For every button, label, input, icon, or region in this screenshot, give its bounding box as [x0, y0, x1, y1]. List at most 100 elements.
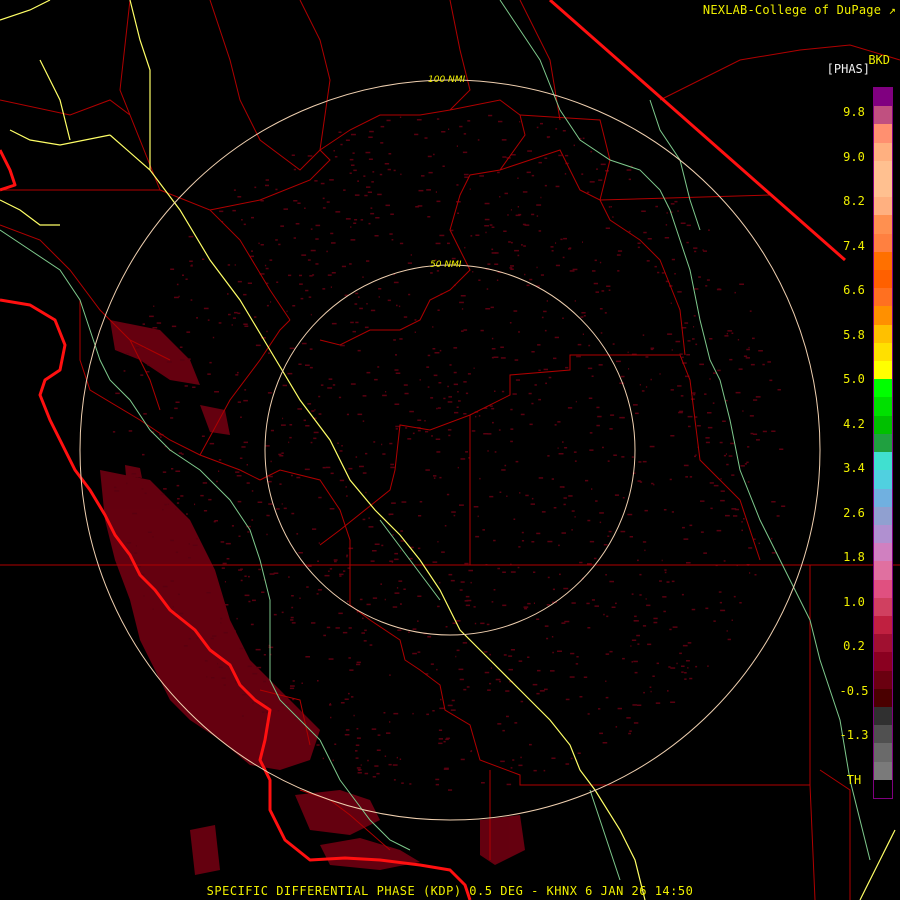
radar-speckle — [576, 355, 581, 358]
radar-speckle — [670, 701, 676, 703]
radar-speckle — [436, 668, 438, 671]
radar-speckle — [680, 222, 686, 224]
radar-speckle — [767, 361, 771, 363]
radar-speckle — [671, 511, 674, 513]
radar-speckle — [609, 650, 613, 653]
radar-speckle — [531, 351, 535, 353]
radar-speckle — [209, 361, 212, 364]
radar-speckle — [335, 627, 340, 629]
radar-speckle — [427, 155, 432, 158]
radar-speckle — [689, 524, 693, 527]
radar-speckle — [676, 662, 678, 665]
radar-speckle — [522, 223, 526, 226]
radar-speckle — [330, 472, 334, 475]
radar-speckle — [374, 765, 379, 767]
radar-speckle — [599, 261, 602, 264]
radar-speckle — [687, 340, 691, 342]
radar-speckle — [465, 595, 470, 598]
radar-speckle — [395, 428, 398, 430]
radar-speckle — [544, 157, 548, 159]
radar-speckle — [512, 393, 517, 395]
radar-speckle — [427, 636, 432, 638]
radar-speckle — [333, 150, 335, 152]
radar-speckle — [583, 315, 586, 317]
radar-speckle — [543, 310, 547, 313]
radar-speckle — [540, 196, 542, 199]
legend-color-swatch — [874, 688, 892, 708]
radar-speckle — [563, 503, 566, 506]
radar-speckle — [351, 164, 355, 166]
radar-speckle — [585, 479, 589, 482]
radar-speckle — [484, 202, 490, 205]
radar-speckle — [362, 395, 367, 397]
radar-speckle — [716, 529, 722, 532]
radar-speckle — [449, 364, 452, 366]
radar-speckle — [635, 412, 639, 415]
radar-speckle — [329, 703, 331, 705]
radar-speckle — [389, 674, 391, 676]
radar-speckle — [465, 392, 469, 395]
radar-speckle — [300, 297, 304, 300]
radar-speckle — [374, 543, 380, 545]
radar-speckle — [376, 749, 381, 751]
radar-speckle — [243, 399, 248, 402]
radar-speckle — [519, 492, 521, 494]
radar-speckle — [391, 239, 394, 241]
radar-speckle — [510, 268, 514, 270]
radar-speckle — [748, 346, 750, 349]
radar-speckle — [457, 466, 459, 469]
radar-speckle — [483, 651, 488, 653]
radar-speckle — [357, 180, 359, 182]
radar-speckle — [547, 576, 550, 579]
radar-speckle — [582, 241, 583, 243]
radar-speckle — [444, 767, 449, 770]
radar-speckle — [443, 397, 446, 400]
radar-speckle — [777, 389, 781, 391]
radar-speckle — [309, 348, 313, 350]
radar-speckle — [465, 451, 468, 453]
radar-speckle — [419, 379, 421, 381]
radar-speckle — [737, 339, 740, 341]
radar-speckle — [436, 451, 441, 453]
radar-speckle — [177, 498, 180, 500]
radar-speckle — [265, 267, 269, 270]
radar-speckle — [241, 694, 246, 696]
radar-speckle — [276, 508, 280, 510]
radar-speckle — [246, 482, 250, 484]
radar-speckle — [663, 509, 667, 511]
radar-speckle — [394, 403, 400, 405]
radar-speckle — [156, 322, 162, 324]
radar-speckle — [366, 603, 371, 606]
radar-speckle — [244, 575, 247, 577]
radar-speckle — [305, 364, 310, 366]
radar-speckle — [299, 283, 303, 285]
radar-speckle — [408, 293, 411, 296]
radar-speckle — [140, 374, 144, 376]
radar-speckle — [255, 648, 261, 651]
radar-speckle — [534, 384, 537, 386]
legend-tick-label: 1.0 — [843, 594, 865, 609]
radar-speckle — [248, 575, 250, 578]
radar-speckle — [394, 592, 400, 594]
radar-speckle — [270, 460, 272, 463]
radar-speckle — [510, 571, 516, 573]
radar-speckle — [393, 712, 399, 715]
radar-speckle — [330, 232, 334, 235]
radar-speckle — [723, 454, 726, 457]
radar-speckle — [162, 471, 167, 473]
radar-speckle — [563, 497, 567, 499]
radar-speckle — [291, 154, 295, 156]
radar-speckle — [399, 116, 402, 118]
radar-speckle — [286, 310, 288, 313]
radar-speckle — [455, 655, 457, 658]
radar-speckle — [356, 663, 361, 666]
radar-speckle — [591, 599, 595, 601]
radar-speckle — [681, 665, 685, 667]
radar-speckle — [417, 595, 422, 597]
radar-speckle — [368, 158, 373, 160]
radar-speckle — [631, 456, 634, 458]
radar-speckle — [544, 184, 547, 187]
radar-speckle — [266, 330, 268, 333]
radar-speckle — [412, 712, 414, 715]
radar-speckle — [359, 465, 364, 468]
